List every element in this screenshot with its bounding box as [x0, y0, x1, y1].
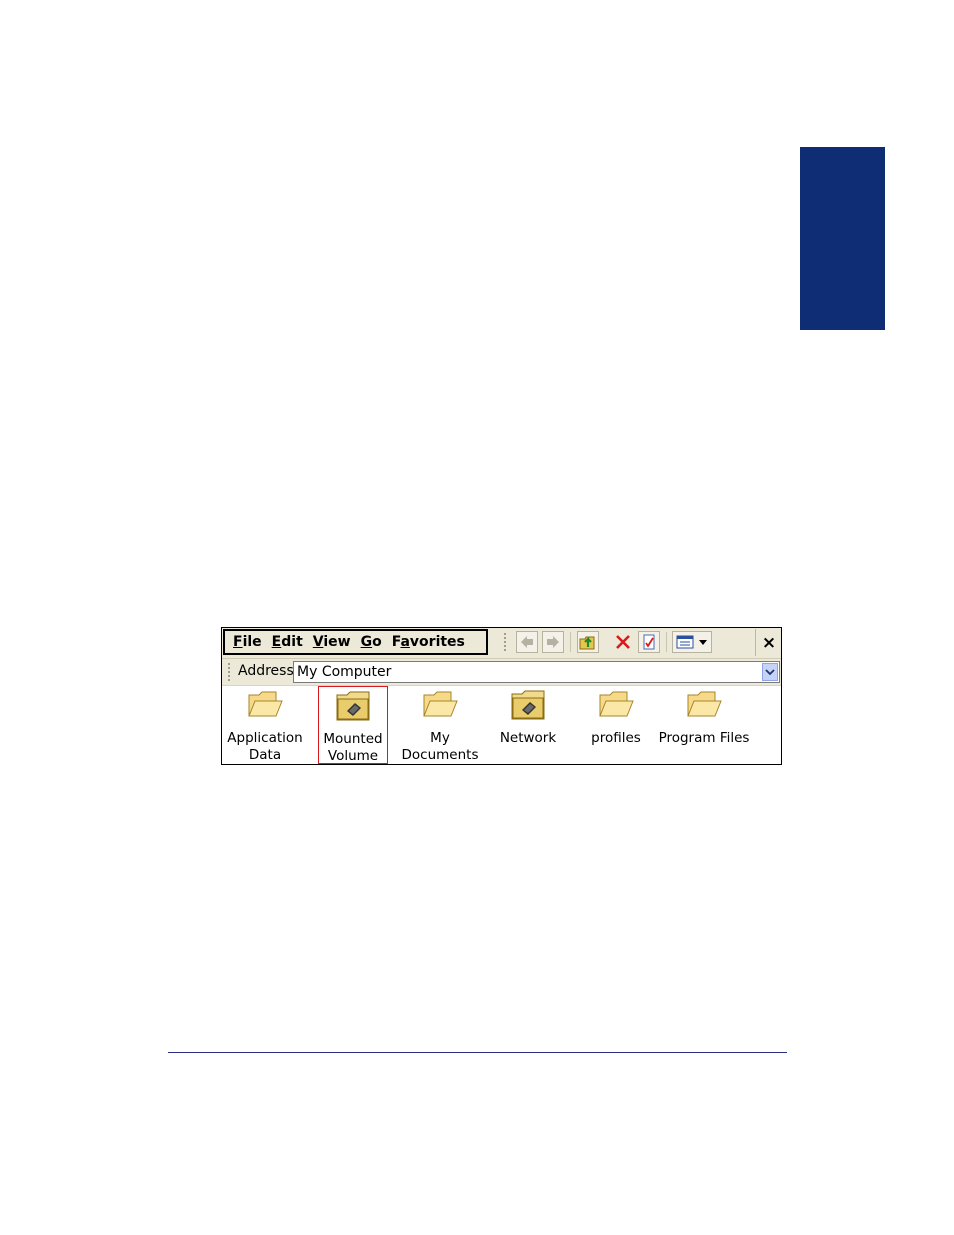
properties-icon[interactable] — [638, 631, 660, 653]
folder-item-profiles[interactable]: profiles — [576, 686, 656, 764]
delete-icon[interactable] — [612, 631, 634, 653]
folder-item-my-documents[interactable]: My Documents — [400, 686, 480, 764]
folder-label: Application Data — [227, 730, 303, 763]
folder-icon — [248, 691, 283, 717]
address-grip-icon[interactable] — [227, 662, 231, 682]
folder-list: Application Data Mounted Volume My Docum… — [222, 686, 781, 764]
menu-file[interactable]: File — [225, 632, 262, 652]
toolbar-row: File Edit View Go Favorites × — [222, 628, 781, 659]
chevron-down-icon[interactable] — [762, 663, 778, 681]
network-folder-icon — [511, 690, 545, 720]
folder-label: Network — [499, 730, 557, 746]
menu-go[interactable]: Go — [353, 632, 382, 652]
folder-item-mounted-volume[interactable]: Mounted Volume — [318, 686, 388, 764]
menu-favorites[interactable]: Favorites — [384, 632, 465, 652]
folder-icon — [599, 691, 634, 717]
chapter-side-tab — [800, 147, 885, 330]
folder-item-network[interactable]: Network — [488, 686, 568, 764]
toolbar-grip-icon[interactable] — [503, 632, 507, 652]
mounted-volume-folder-icon — [336, 691, 370, 721]
views-icon[interactable] — [672, 631, 712, 653]
up-folder-icon[interactable] — [577, 631, 599, 653]
address-input[interactable] — [293, 661, 780, 683]
folder-item-application-data[interactable]: Application Data — [225, 686, 305, 764]
file-explorer-window: File Edit View Go Favorites × Address My… — [221, 627, 782, 765]
folder-label: My Documents — [401, 730, 479, 763]
toolbar-separator — [666, 632, 667, 652]
folder-icon — [687, 691, 722, 717]
close-button[interactable]: × — [755, 629, 782, 656]
folder-label: Program Files — [658, 730, 750, 746]
address-bar: Address — [222, 659, 781, 686]
menu-edit[interactable]: Edit — [264, 632, 303, 652]
folder-label: profiles — [591, 730, 641, 746]
address-label: Address — [238, 663, 294, 679]
folder-label: Mounted Volume — [323, 731, 383, 764]
menu-view[interactable]: View — [305, 632, 351, 652]
menu-bar: File Edit View Go Favorites — [223, 629, 488, 655]
folder-icon — [423, 691, 458, 717]
forward-arrow-icon[interactable] — [542, 631, 564, 653]
back-arrow-icon[interactable] — [516, 631, 538, 653]
folder-item-program-files[interactable]: Program Files — [659, 686, 749, 764]
toolbar-separator — [570, 632, 571, 652]
footer-rule — [168, 1052, 787, 1053]
